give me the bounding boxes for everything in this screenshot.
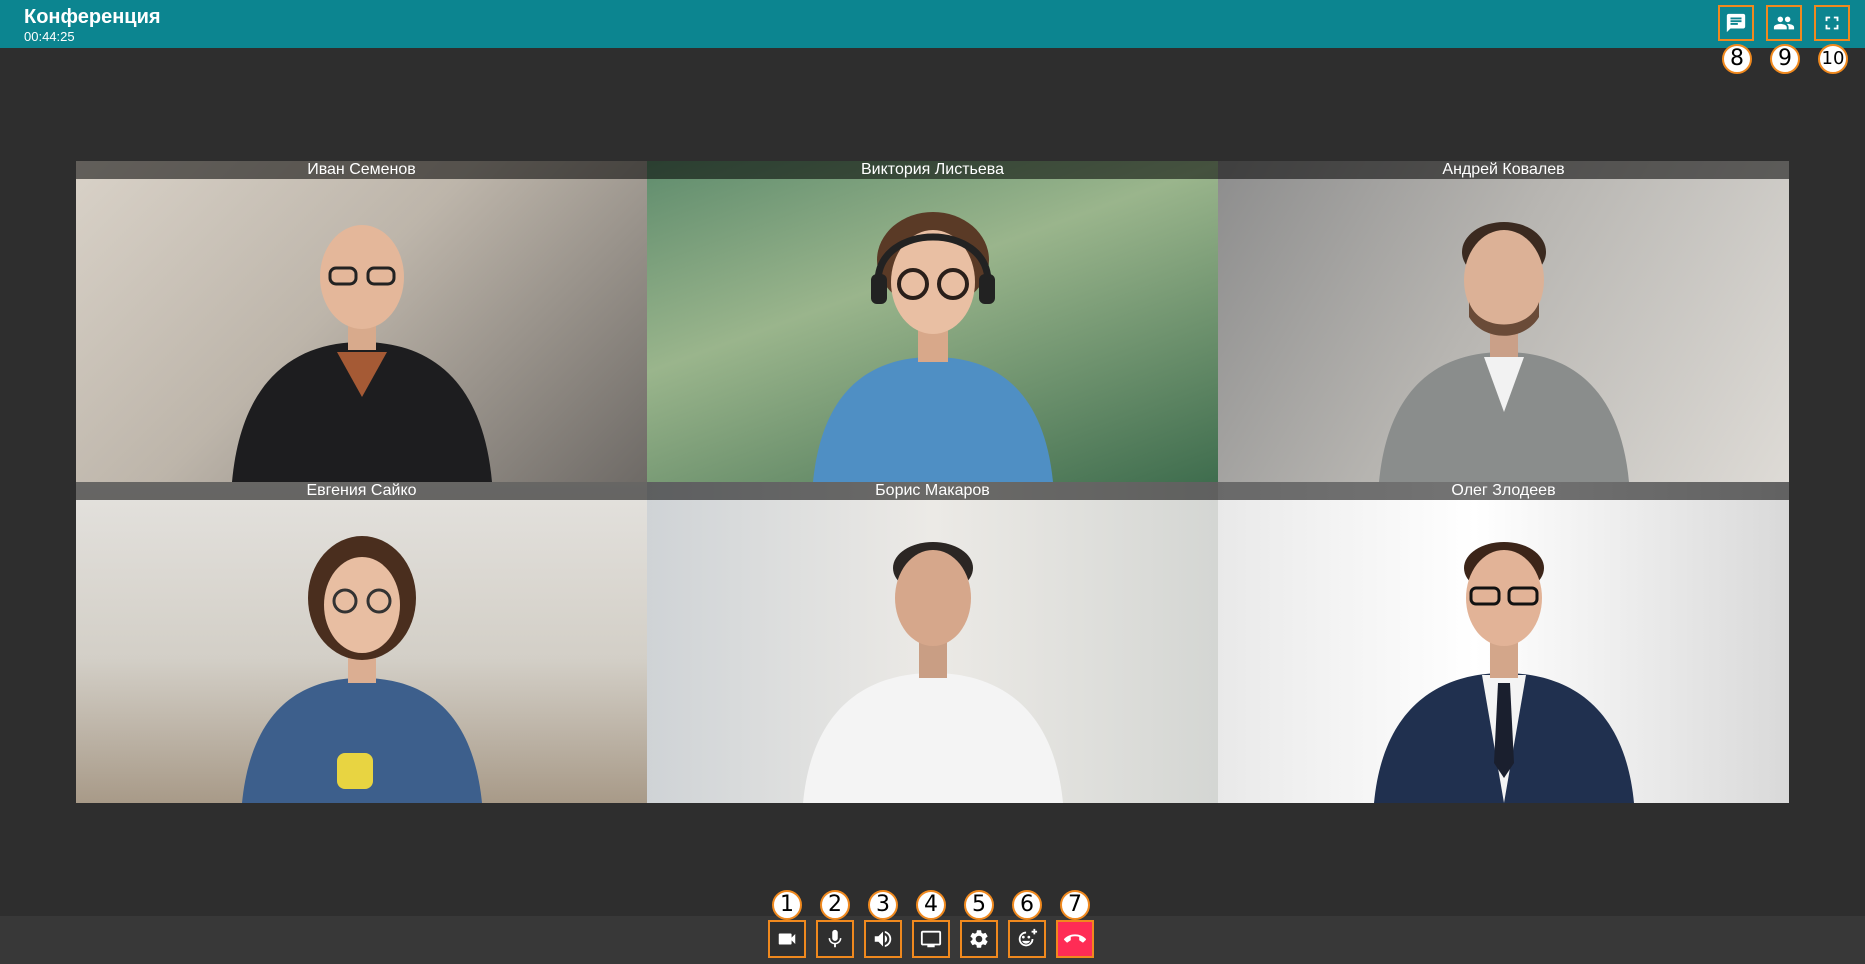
fullscreen-icon [1825,16,1839,30]
video-tile-1[interactable]: Иван Семенов [76,161,647,482]
participant-video [802,542,1063,803]
participant-name: Борис Макаров [647,482,1218,500]
participants-button[interactable] [1766,5,1802,41]
marker-7: 7 [1060,890,1090,920]
settings-button[interactable] [960,920,998,958]
marker-9: 9 [1770,44,1800,74]
people-icon [1773,16,1795,30]
conference-header: Конференция 00:44:25 [0,0,1865,48]
chat-icon [1726,13,1746,33]
volume-icon [874,930,892,948]
phone-hangup-icon [1064,934,1086,943]
camera-button[interactable] [768,920,806,958]
marker-2: 2 [820,890,850,920]
volume-button[interactable] [864,920,902,958]
call-timer: 00:44:25 [24,29,75,44]
reactions-button[interactable] [1008,920,1046,958]
marker-8: 8 [1722,44,1752,74]
participant-video [1373,542,1634,803]
marker-4: 4 [916,890,946,920]
participant-name: Иван Семенов [76,161,647,179]
participant-name: Олег Злодеев [1218,482,1789,500]
participant-name: Андрей Ковалев [1218,161,1789,179]
microphone-button[interactable] [816,920,854,958]
participant-name: Виктория Листьева [647,161,1218,179]
participant-video [231,225,492,482]
participant-video [812,212,1053,482]
gear-icon [970,930,988,948]
conference-title: Конференция [24,6,161,28]
participant-name: Евгения Сайко [76,482,647,500]
monitor-icon [920,930,942,948]
video-tile-2[interactable]: Виктория Листьева [647,161,1218,482]
marker-1: 1 [772,890,802,920]
video-tile-3[interactable]: Андрей Ковалев [1218,161,1789,482]
chat-button[interactable] [1718,5,1754,41]
camera-icon [778,933,796,945]
marker-3: 3 [868,890,898,920]
fullscreen-button[interactable] [1814,5,1850,41]
marker-10: 10 [1818,44,1848,74]
hang-up-button[interactable] [1056,920,1094,958]
emoji-add-icon [1018,928,1038,947]
microphone-icon [828,929,842,948]
video-tile-6[interactable]: Олег Злодеев [1218,482,1789,803]
participant-video [1378,222,1629,482]
marker-5: 5 [964,890,994,920]
video-tile-5[interactable]: Борис Макаров [647,482,1218,803]
video-grid: Иван Семенов Виктория Листьева Андрей Ко… [76,161,1790,803]
participant-video [241,536,482,803]
video-tile-4[interactable]: Евгения Сайко [76,482,647,803]
marker-6: 6 [1012,890,1042,920]
screen-share-button[interactable] [912,920,950,958]
